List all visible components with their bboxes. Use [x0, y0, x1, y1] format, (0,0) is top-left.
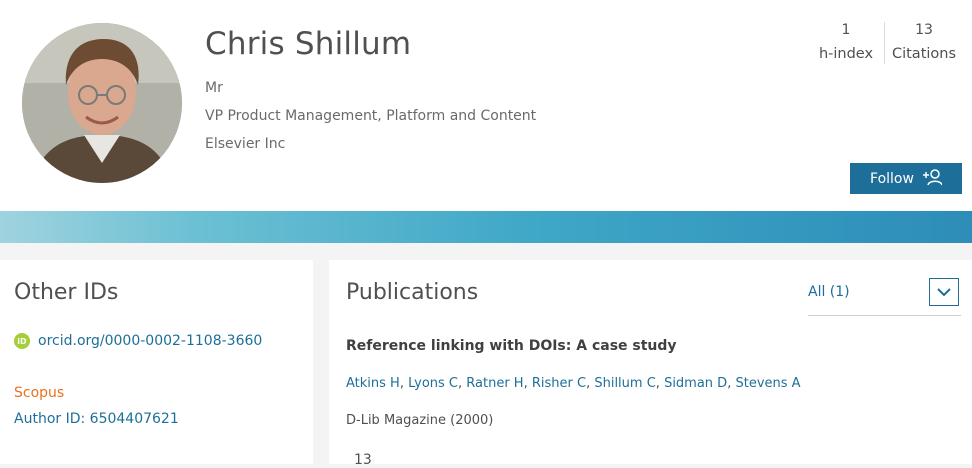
- publications-title: Publications: [346, 280, 479, 305]
- author-link[interactable]: Atkins H: [346, 376, 400, 391]
- orcid-link[interactable]: orcid.org/0000-0002-1108-3660: [38, 333, 262, 349]
- author-link[interactable]: Ratner H: [466, 376, 523, 391]
- avatar-photo: [22, 23, 182, 183]
- filter-selected-value[interactable]: All (1): [808, 284, 850, 300]
- publication-journal: D-Lib Magazine (2000): [346, 413, 494, 428]
- profile-salutation: Mr: [205, 80, 223, 96]
- author-link[interactable]: Lyons C: [408, 376, 458, 391]
- scopus-label: Scopus: [14, 385, 65, 401]
- metric-divider: [884, 22, 885, 64]
- profile-position: VP Product Management, Platform and Cont…: [205, 108, 537, 124]
- metric-citations: 13 Citations: [890, 20, 958, 68]
- avatar: [22, 23, 182, 183]
- profile-header: Chris Shillum Mr VP Product Management, …: [0, 0, 972, 211]
- publication-authors: Atkins H, Lyons C, Ratner H, Risher C, S…: [346, 376, 801, 391]
- citations-value: 13: [915, 22, 933, 38]
- h-index-value: 1: [841, 22, 851, 38]
- orcid-icon: iD: [14, 333, 30, 349]
- profile-organization: Elsevier Inc: [205, 136, 286, 152]
- chevron-down-icon: [937, 285, 951, 300]
- publication-citation-count: 13: [354, 452, 372, 468]
- orcid-row: iD orcid.org/0000-0002-1108-3660: [14, 333, 262, 349]
- publication-title[interactable]: Reference linking with DOIs: A case stud…: [346, 338, 677, 354]
- filter-dropdown-button[interactable]: [929, 278, 959, 306]
- h-index-label: h-index: [818, 46, 874, 62]
- author-link[interactable]: Risher C: [532, 376, 586, 391]
- author-link[interactable]: Shillum C: [594, 376, 655, 391]
- author-link[interactable]: Sidman D: [664, 376, 727, 391]
- follow-label: Follow: [870, 170, 914, 187]
- author-link[interactable]: Stevens A: [735, 376, 800, 391]
- profile-banner: [0, 211, 972, 243]
- metric-h-index: 1 h-index: [812, 20, 880, 68]
- add-person-icon: [922, 168, 943, 190]
- profile-name: Chris Shillum: [205, 26, 412, 62]
- publications-filter[interactable]: All (1): [808, 277, 961, 316]
- other-ids-title: Other IDs: [14, 280, 119, 305]
- scopus-author-id-link[interactable]: Author ID: 6504407621: [14, 411, 179, 427]
- follow-button[interactable]: Follow: [850, 163, 962, 194]
- citations-label: Citations: [891, 46, 957, 62]
